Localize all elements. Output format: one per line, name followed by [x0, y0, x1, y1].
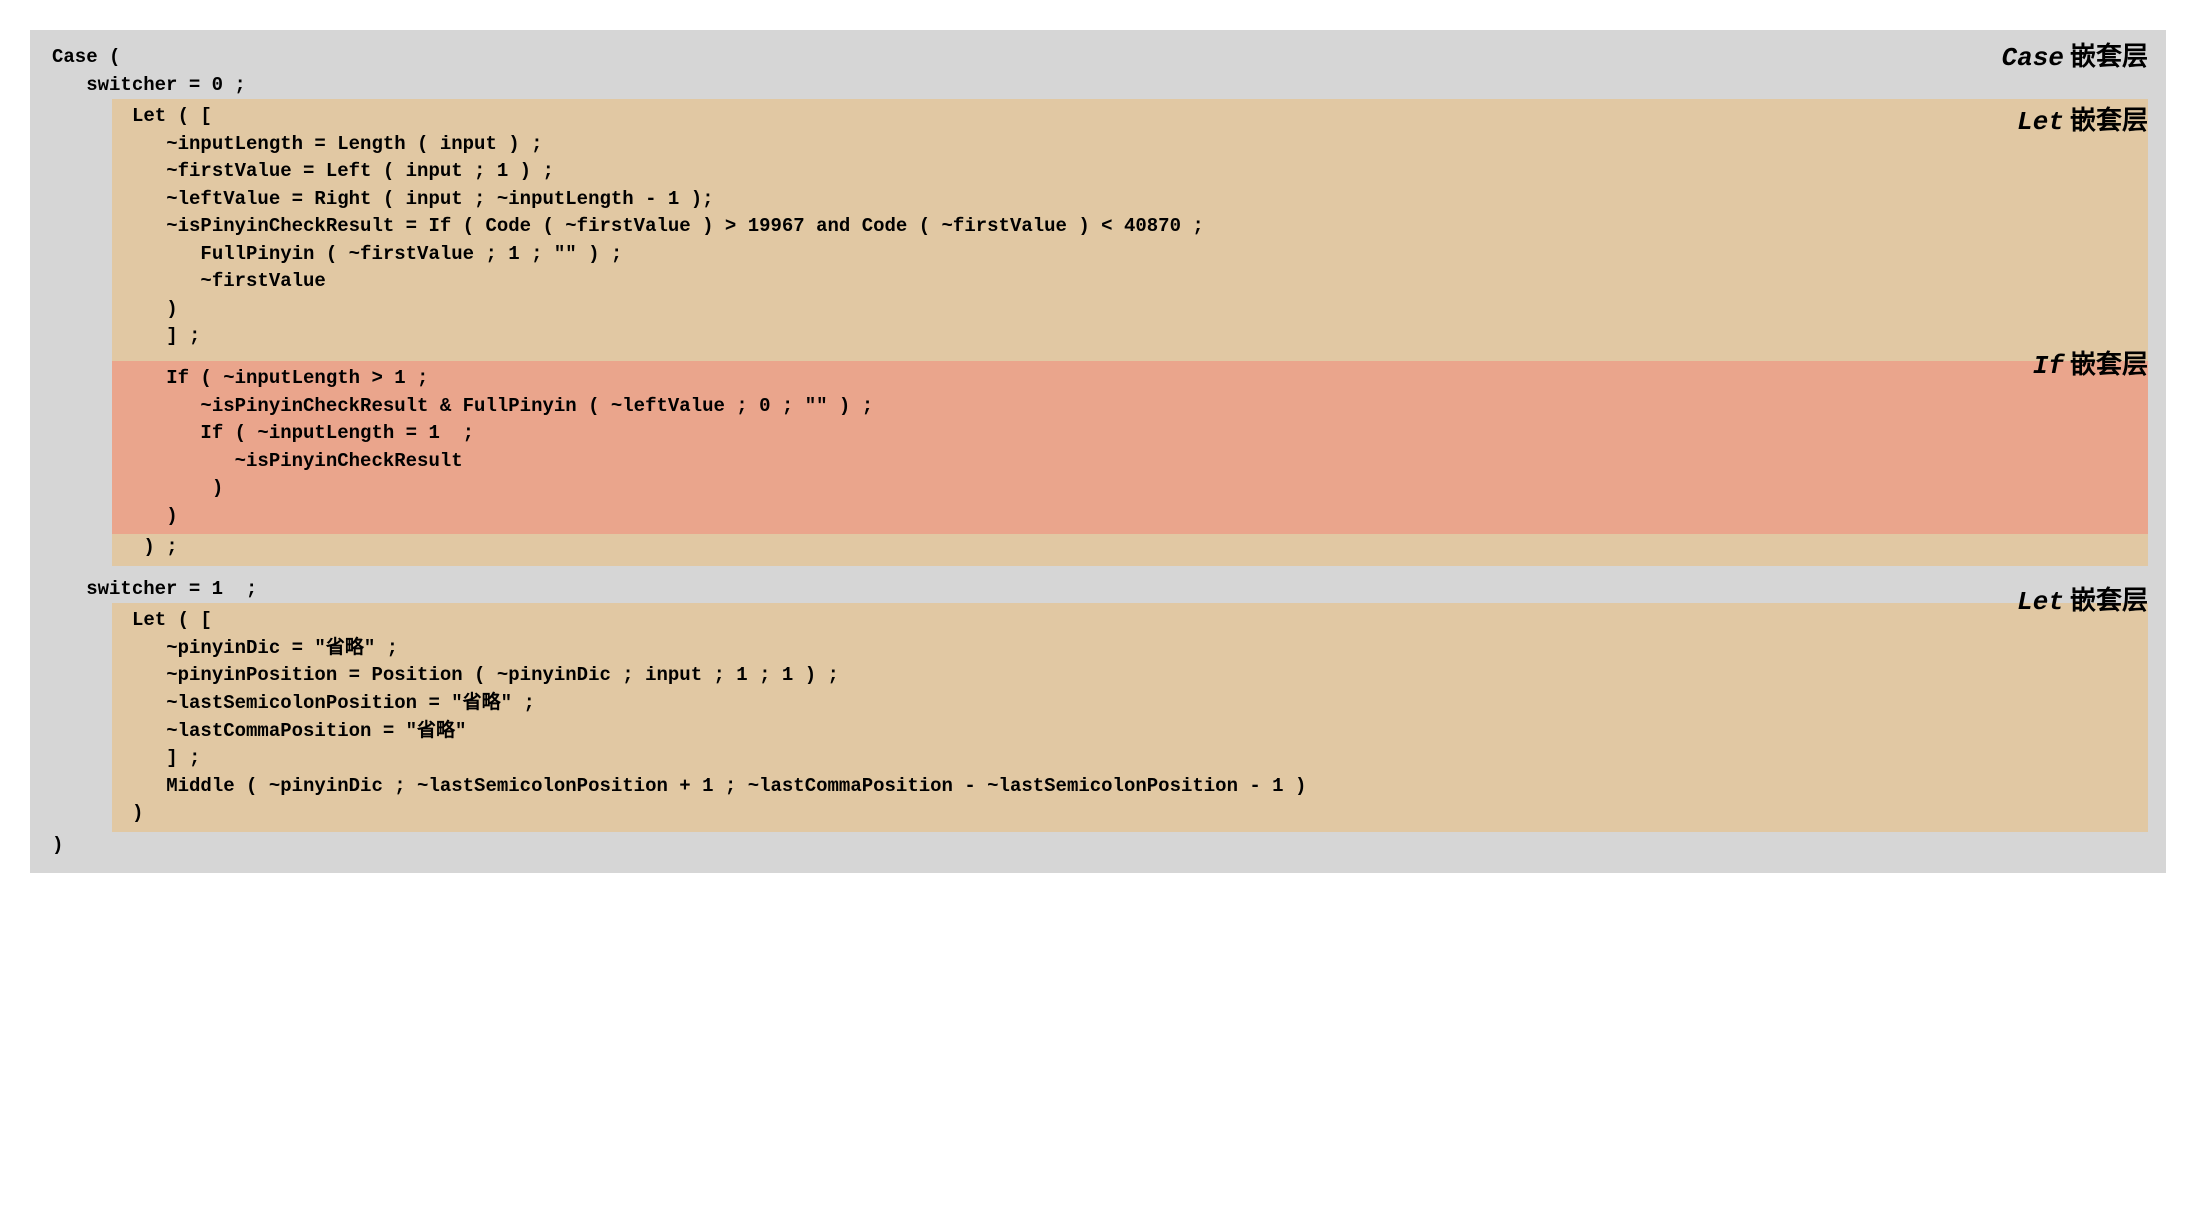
- if-block: If ( ~inputLength > 1 ; ~isPinyinCheckRe…: [112, 361, 2148, 534]
- code-line: ~isPinyinCheckResult: [112, 448, 2148, 476]
- code-line: ~isPinyinCheckResult = If ( Code ( ~firs…: [112, 213, 2148, 241]
- code-line: ): [112, 296, 2148, 324]
- code-line: If ( ~inputLength = 1 ;: [112, 420, 2148, 448]
- code-line: FullPinyin ( ~firstValue ; 1 ; "" ) ;: [112, 241, 2148, 269]
- if-cn: 嵌套层: [2070, 349, 2148, 379]
- code-line: ): [112, 800, 2148, 828]
- code-line: ~firstValue = Left ( input ; 1 ) ;: [112, 158, 2148, 186]
- code-line: Let ( [: [112, 103, 2148, 131]
- code-line: Let ( [: [112, 607, 2148, 635]
- let2-keyword: Let: [2017, 587, 2064, 617]
- case-keyword: Case: [2002, 43, 2064, 73]
- code-line: ~inputLength = Length ( input ) ;: [112, 131, 2148, 159]
- code-line: ): [112, 475, 2148, 503]
- code-line: ~pinyinPosition = Position ( ~pinyinDic …: [112, 662, 2148, 690]
- code-line: ) ;: [112, 534, 2148, 562]
- code-line: ~leftValue = Right ( input ; ~inputLengt…: [112, 186, 2148, 214]
- let-block-2: Let ( [ ~pinyinDic = "省略" ; ~pinyinPosit…: [112, 603, 2148, 831]
- code-line: ): [48, 832, 2148, 860]
- let1-nesting-label: Let嵌套层: [2017, 102, 2148, 142]
- code-diagram-container: Case嵌套层 Let嵌套层 If嵌套层 Let嵌套层 Case ( switc…: [30, 30, 2166, 873]
- code-line: switcher = 1 ;: [48, 576, 2148, 604]
- case-cn: 嵌套层: [2070, 41, 2148, 71]
- code-line: ~firstValue: [112, 268, 2148, 296]
- code-line: switcher = 0 ;: [48, 72, 2148, 100]
- let1-cn: 嵌套层: [2070, 105, 2148, 135]
- let2-cn: 嵌套层: [2070, 585, 2148, 615]
- case-nesting-label: Case嵌套层: [2002, 38, 2148, 78]
- code-line: ~lastCommaPosition = "省略": [112, 718, 2148, 746]
- code-line: ] ;: [112, 745, 2148, 773]
- if-nesting-label: If嵌套层: [2033, 346, 2148, 386]
- let-block-1: Let ( [ ~inputLength = Length ( input ) …: [112, 99, 2148, 566]
- code-line: Middle ( ~pinyinDic ; ~lastSemicolonPosi…: [112, 773, 2148, 801]
- code-line: ] ;: [112, 323, 2148, 351]
- let2-nesting-label: Let嵌套层: [2017, 582, 2148, 622]
- code-line: ~isPinyinCheckResult & FullPinyin ( ~lef…: [112, 393, 2148, 421]
- if-keyword: If: [2033, 351, 2064, 381]
- code-line: If ( ~inputLength > 1 ;: [112, 365, 2148, 393]
- code-line: ~lastSemicolonPosition = "省略" ;: [112, 690, 2148, 718]
- code-line: ): [112, 503, 2148, 531]
- code-line: Case (: [48, 44, 2148, 72]
- let1-keyword: Let: [2017, 107, 2064, 137]
- code-line: ~pinyinDic = "省略" ;: [112, 635, 2148, 663]
